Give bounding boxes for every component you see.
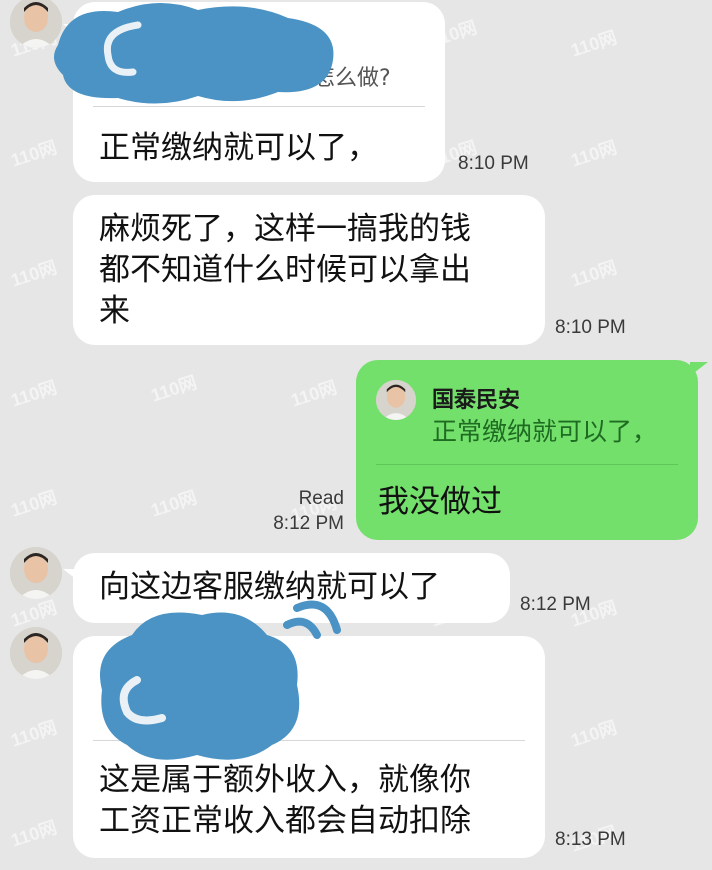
message-timestamp: 8:13 PM <box>555 829 626 850</box>
quote-divider <box>93 106 425 107</box>
watermark: 110网 <box>288 377 340 411</box>
message-line: 来 <box>99 293 130 329</box>
message-line: 工资正常收入都会自动扣除 <box>99 803 471 839</box>
watermark: 110网 <box>148 372 200 406</box>
profile-photo-icon <box>10 547 62 599</box>
quoted-message-fragment: 那 <box>153 60 174 90</box>
profile-photo-icon <box>10 627 62 679</box>
message-text: 向这边客服缴纳就可以了 <box>99 569 440 605</box>
message-line: 麻烦死了，这样一搞我的钱 <box>99 211 471 247</box>
bubble-tail <box>63 569 81 583</box>
message-bubble-incoming[interactable]: 这是属于额外收入，就像你 工资正常收入都会自动扣除 <box>73 636 545 858</box>
message-timestamp: 8:10 PM <box>458 153 529 174</box>
watermark: 110网 <box>8 487 60 521</box>
quoted-sender-name: 国泰民安 <box>432 388 521 413</box>
watermark: 110网 <box>8 377 60 411</box>
message-bubble-incoming[interactable]: 向这边客服缴纳就可以了 <box>63 553 510 623</box>
read-status: Read <box>298 488 344 509</box>
watermark: 110网 <box>8 817 60 851</box>
profile-photo-icon <box>10 0 62 48</box>
watermark: 110网 <box>568 27 620 61</box>
quote-divider <box>376 464 678 465</box>
sender-avatar[interactable] <box>10 547 62 599</box>
watermark: 110网 <box>8 257 60 291</box>
message-line: 这是属于额外收入，就像你 <box>99 762 471 798</box>
profile-photo-icon <box>376 380 416 420</box>
sender-avatar[interactable] <box>10 627 62 679</box>
watermark: 110网 <box>8 717 60 751</box>
message-bubble-incoming[interactable]: 那 怎么做? 正常缴纳就可以了， <box>63 2 445 182</box>
watermark: 110网 <box>148 487 200 521</box>
bubble-tail <box>690 362 708 376</box>
quote-divider <box>93 740 525 741</box>
read-receipt: Read 8:12 PM <box>258 486 344 536</box>
quoted-sender-avatar <box>376 380 416 420</box>
sender-avatar[interactable] <box>10 0 62 48</box>
quote-text-start: 那 <box>153 64 174 88</box>
message-text: 我没做过 <box>378 484 502 520</box>
quoted-message-text: 正常缴纳就可以了， <box>432 417 658 446</box>
watermark: 110网 <box>568 717 620 751</box>
message-text: 这是属于额外收入，就像你 工资正常收入都会自动扣除 <box>99 760 471 842</box>
quoted-message-fragment-end: 怎么做? <box>313 66 391 91</box>
message-line: 都不知道什么时候可以拿出 <box>99 252 471 288</box>
message-bubble-outgoing[interactable]: 国泰民安 正常缴纳就可以了， 我没做过 <box>356 360 708 540</box>
message-timestamp: 8:12 PM <box>273 513 344 534</box>
message-timestamp: 8:10 PM <box>555 317 626 338</box>
message-bubble-incoming[interactable]: 麻烦死了，这样一搞我的钱 都不知道什么时候可以拿出 来 <box>73 195 545 345</box>
watermark: 110网 <box>568 137 620 171</box>
message-text: 正常缴纳就可以了， <box>99 130 378 166</box>
message-text: 麻烦死了，这样一搞我的钱 都不知道什么时候可以拿出 来 <box>99 209 471 332</box>
watermark: 110网 <box>568 257 620 291</box>
watermark: 110网 <box>8 137 60 171</box>
bubble-tail <box>63 24 81 38</box>
message-timestamp: 8:12 PM <box>520 594 591 615</box>
